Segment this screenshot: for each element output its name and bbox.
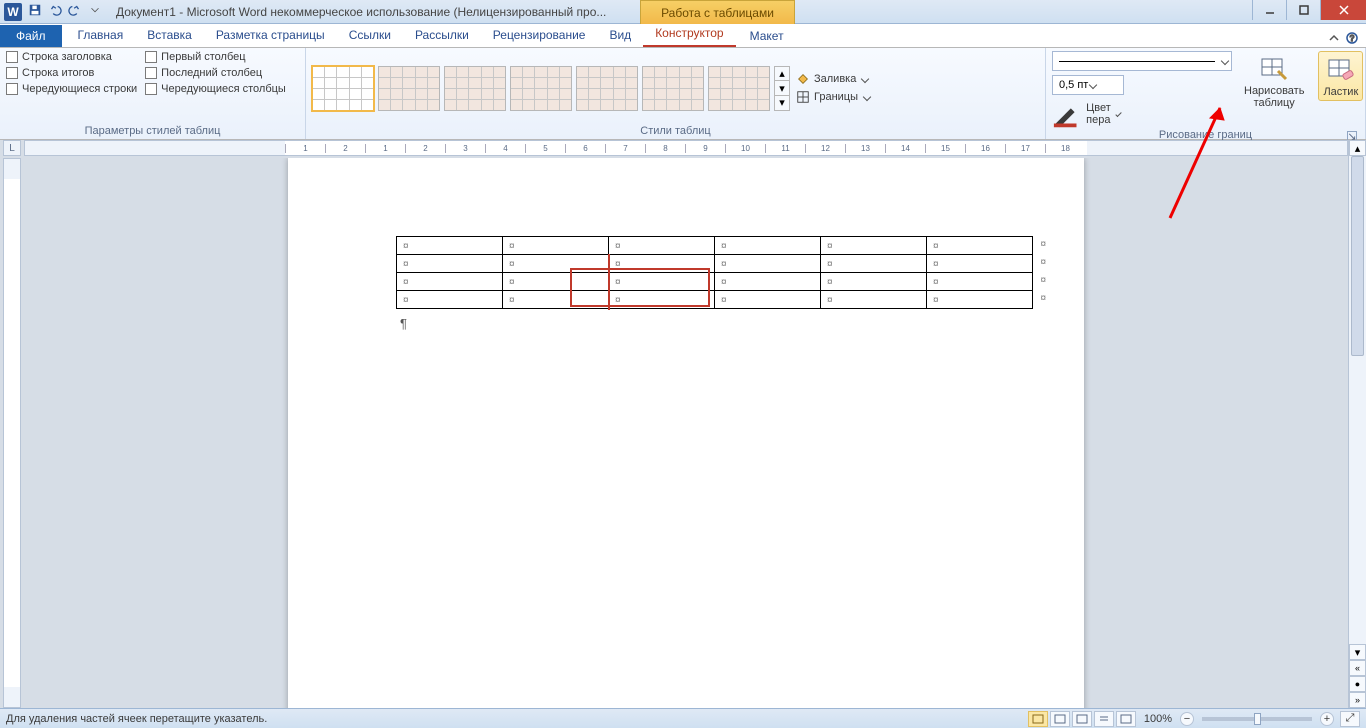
ruler-corner[interactable]: L	[3, 140, 21, 156]
group-label: Параметры стилей таблиц	[6, 125, 299, 139]
window-title: Документ1 - Microsoft Word некоммерческо…	[116, 5, 606, 19]
quick-access-toolbar: W	[0, 3, 102, 21]
status-bar: Для удаления частей ячеек перетащите ука…	[0, 708, 1366, 728]
tab-home[interactable]: Главная	[66, 24, 136, 47]
scroll-down-icon[interactable]: ▾	[1349, 644, 1366, 660]
eraser-trace	[570, 268, 572, 307]
vertical-ruler[interactable]	[3, 158, 21, 708]
chk-banded-columns[interactable]: Чередующиеся столбцы	[145, 83, 286, 95]
chk-total-row[interactable]: Строка итогов	[6, 67, 137, 79]
ribbon-tabs: Файл Главная Вставка Разметка страницы С…	[0, 24, 1366, 48]
ribbon: Строка заголовка Строка итогов Чередующи…	[0, 48, 1366, 140]
maximize-button[interactable]	[1286, 0, 1320, 20]
word-icon: W	[4, 3, 22, 21]
tab-page-layout[interactable]: Разметка страницы	[204, 24, 337, 47]
table-styles-gallery[interactable]: ▴ ▾ ▾	[312, 66, 790, 111]
document-table[interactable]: ¤ ¤ ¤ ¤	[396, 236, 1033, 309]
scroll-up-icon[interactable]: ▴	[1349, 140, 1366, 156]
group-label: Стили таблиц	[312, 125, 1039, 139]
tab-view[interactable]: Вид	[597, 24, 643, 47]
gallery-down-icon[interactable]: ▾	[775, 81, 789, 96]
zoom-slider[interactable]	[1202, 717, 1312, 721]
group-table-styles: ▴ ▾ ▾ Заливка Границы Стили таблиц	[306, 48, 1046, 139]
zoom-out-button[interactable]: −	[1180, 712, 1194, 726]
minimize-button[interactable]	[1252, 0, 1286, 20]
chk-banded-rows[interactable]: Чередующиеся строки	[6, 83, 137, 95]
next-page-icon[interactable]: »	[1349, 692, 1366, 708]
chk-first-column[interactable]: Первый столбец	[145, 51, 286, 63]
gallery-scroll[interactable]: ▴ ▾ ▾	[774, 66, 790, 111]
svg-text:?: ?	[1350, 34, 1355, 43]
draw-table-button[interactable]: Нарисовать таблицу	[1240, 51, 1308, 111]
vertical-scrollbar[interactable]: ▴ ▾ « ● »	[1348, 140, 1366, 708]
eraser-trace	[608, 254, 610, 310]
status-hint: Для удаления частей ячеек перетащите ука…	[6, 713, 267, 725]
eraser-trace	[570, 305, 710, 307]
shading-button[interactable]: Заливка	[796, 72, 870, 86]
qat-dropdown-icon[interactable]	[88, 3, 102, 20]
chk-header-row[interactable]: Строка заголовка	[6, 51, 137, 63]
document-area[interactable]: ¤ ¤ ¤ ¤ ¶	[24, 158, 1348, 708]
line-style-combo[interactable]	[1052, 51, 1232, 71]
horizontal-ruler[interactable]: 12123456789101112131415161718	[24, 140, 1348, 156]
gallery-up-icon[interactable]: ▴	[775, 67, 789, 82]
tab-insert[interactable]: Вставка	[135, 24, 204, 47]
tab-references[interactable]: Ссылки	[337, 24, 403, 47]
chk-last-column[interactable]: Последний столбец	[145, 67, 286, 79]
style-thumb-5[interactable]	[576, 66, 638, 111]
scroll-thumb[interactable]	[1351, 156, 1364, 356]
ribbon-minimize-icon[interactable]	[1328, 32, 1340, 47]
view-print-layout-icon[interactable]	[1028, 711, 1048, 727]
view-full-screen-icon[interactable]	[1050, 711, 1070, 727]
view-outline-icon[interactable]	[1094, 711, 1114, 727]
style-thumb-1[interactable]	[312, 66, 374, 111]
pen-color-button[interactable]: Цвет пера	[1052, 99, 1120, 129]
tab-mailings[interactable]: Рассылки	[403, 24, 481, 47]
style-thumb-6[interactable]	[642, 66, 704, 111]
tab-file[interactable]: Файл	[0, 25, 62, 47]
group-draw-borders: 0,5 пт Цвет пера Нарисовать таблицу Ласт…	[1046, 48, 1366, 139]
style-thumb-4[interactable]	[510, 66, 572, 111]
group-table-style-options: Строка заголовка Строка итогов Чередующи…	[0, 48, 306, 139]
eraser-button[interactable]: Ластик	[1318, 51, 1363, 101]
borders-button[interactable]: Границы	[796, 90, 870, 104]
view-draft-icon[interactable]	[1116, 711, 1136, 727]
close-button[interactable]	[1320, 0, 1366, 20]
zoom-fit-icon[interactable]: ⤢	[1340, 711, 1360, 727]
tab-review[interactable]: Рецензирование	[481, 24, 598, 47]
style-thumb-7[interactable]	[708, 66, 770, 111]
eraser-trace	[708, 268, 710, 307]
browse-object-icon[interactable]: ●	[1349, 676, 1366, 692]
tab-constructor[interactable]: Конструктор	[643, 22, 735, 47]
zoom-label[interactable]: 100%	[1144, 713, 1172, 725]
eraser-trace	[570, 268, 710, 270]
workspace: L 12123456789101112131415161718 ¤ ¤ ¤ ¤ …	[0, 140, 1366, 708]
tab-layout[interactable]: Макет	[736, 25, 798, 47]
undo-icon[interactable]	[48, 3, 62, 20]
style-thumb-2[interactable]	[378, 66, 440, 111]
view-web-icon[interactable]	[1072, 711, 1092, 727]
page: ¤ ¤ ¤ ¤ ¶	[288, 158, 1084, 708]
paragraph-mark: ¶	[400, 316, 407, 331]
prev-page-icon[interactable]: «	[1349, 660, 1366, 676]
help-icon[interactable]: ?	[1346, 32, 1358, 47]
save-icon[interactable]	[28, 3, 42, 20]
title-bar: W Документ1 - Microsoft Word некоммерчес…	[0, 0, 1366, 24]
style-thumb-3[interactable]	[444, 66, 506, 111]
line-weight-combo[interactable]: 0,5 пт	[1052, 75, 1124, 95]
redo-icon[interactable]	[68, 3, 82, 20]
table-tools-contextual-tab: Работа с таблицами	[640, 0, 795, 24]
zoom-in-button[interactable]: +	[1320, 712, 1334, 726]
gallery-more-icon[interactable]: ▾	[775, 96, 789, 110]
